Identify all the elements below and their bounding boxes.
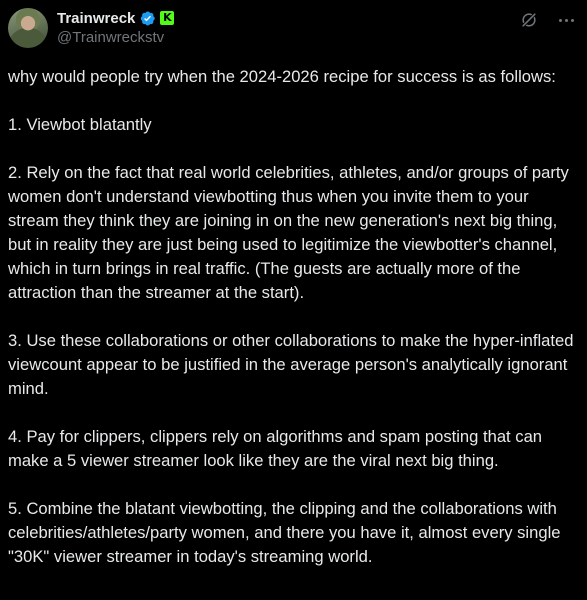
kick-affiliate-badge[interactable]: K (160, 11, 175, 25)
post: Trainwreck K @Trainwreckstv why would pe… (0, 0, 587, 600)
more-options-icon[interactable] (555, 10, 577, 30)
post-paragraph: 3. Use these collaborations or other col… (8, 331, 579, 398)
post-paragraph: why would people try when the 2024-2026 … (8, 67, 556, 86)
author-handle[interactable]: @Trainwreckstv (57, 29, 164, 46)
author-name-row: Trainwreck K (57, 8, 175, 28)
display-name[interactable]: Trainwreck (57, 10, 135, 27)
grok-icon[interactable] (519, 10, 539, 30)
post-header: Trainwreck K @Trainwreckstv (8, 8, 579, 48)
post-paragraph: 2. Rely on the fact that real world cele… (8, 163, 574, 302)
verified-badge-icon[interactable] (139, 10, 156, 27)
post-paragraph: 4. Pay for clippers, clippers rely on al… (8, 427, 547, 470)
post-body: why would people try when the 2024-2026 … (8, 65, 580, 569)
avatar[interactable] (8, 8, 48, 48)
post-paragraph: 5. Combine the blatant viewbotting, the … (8, 499, 566, 566)
post-paragraph: 1. Viewbot blatantly (8, 115, 152, 134)
